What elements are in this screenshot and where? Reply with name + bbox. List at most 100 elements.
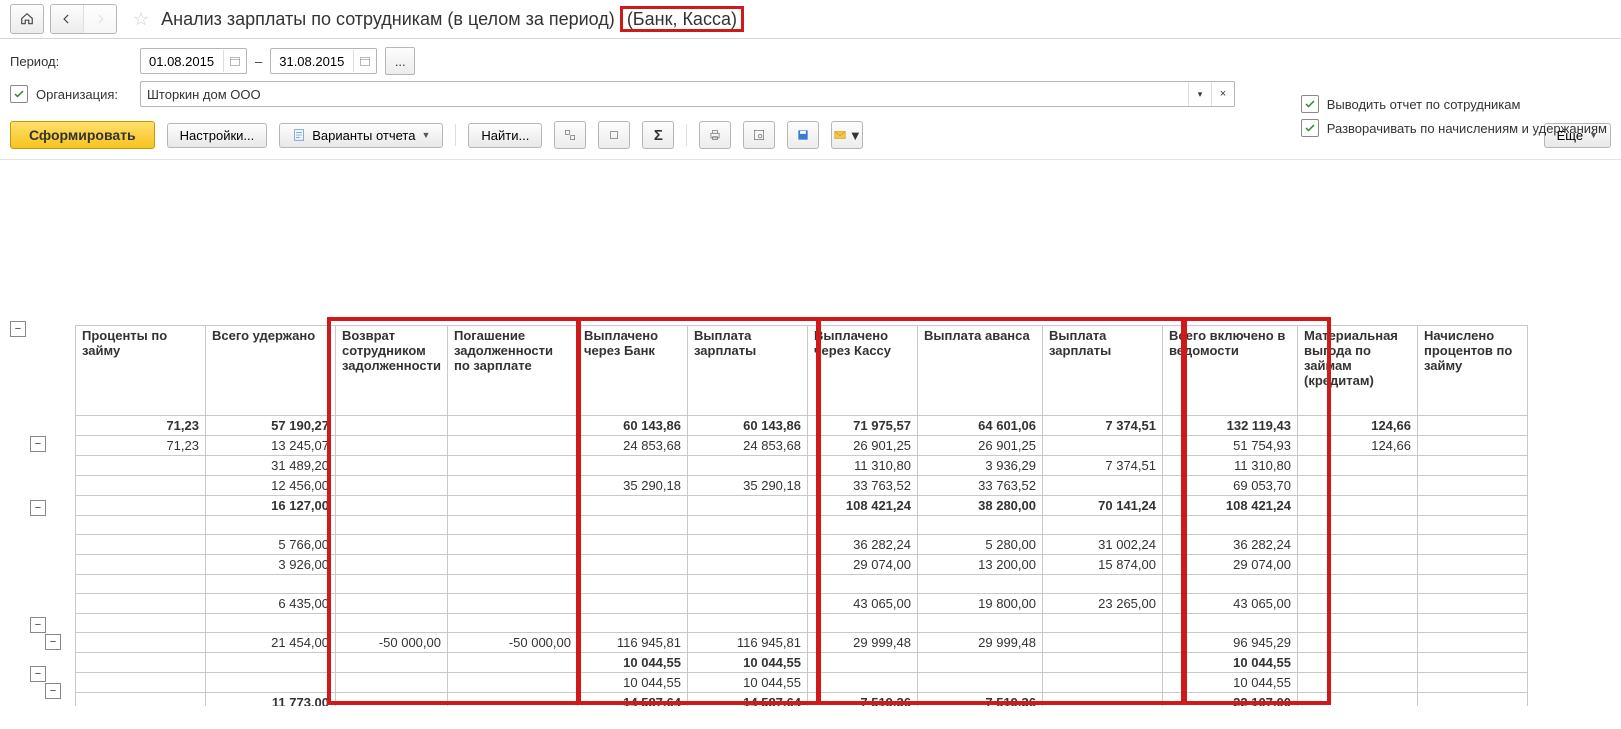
cell	[1297, 653, 1417, 673]
cell: 10 044,55	[577, 673, 687, 693]
date-to-input[interactable]	[277, 50, 353, 72]
cell: 7 374,51	[1042, 456, 1162, 476]
form-button[interactable]: Сформировать	[10, 121, 155, 149]
save-button[interactable]	[787, 121, 819, 149]
cell: 29 999,48	[917, 633, 1042, 653]
arrow-left-icon	[60, 12, 74, 26]
table-row	[76, 575, 1528, 594]
find-button[interactable]: Найти...	[468, 123, 542, 148]
cell	[336, 535, 448, 555]
cell	[206, 653, 336, 673]
cell	[1297, 535, 1417, 555]
cell	[687, 456, 807, 476]
cell: 31 002,24	[1042, 535, 1162, 555]
chevron-down-icon: ▼	[849, 128, 862, 143]
cell	[1417, 476, 1527, 496]
org-filter-checkbox[interactable]	[10, 85, 28, 103]
cell	[577, 614, 687, 633]
collapse-all-button[interactable]	[598, 121, 630, 149]
calendar-to-button[interactable]	[353, 50, 376, 72]
tree-toggle[interactable]: −	[30, 500, 46, 516]
calendar-from-button[interactable]	[223, 50, 246, 72]
cell: 71 975,57	[807, 416, 917, 436]
back-button[interactable]	[51, 5, 83, 33]
column-header: Возврат сотрудником задолженности	[336, 326, 448, 416]
date-from-input[interactable]	[147, 50, 223, 72]
table-row: 21 454,00-50 000,00-50 000,00116 945,811…	[76, 633, 1528, 653]
column-header: Выплата зарплаты	[687, 326, 807, 416]
cell	[336, 516, 448, 535]
cell: 3 926,00	[206, 555, 336, 575]
table-row: 71,2357 190,2760 143,8660 143,8671 975,5…	[76, 416, 1528, 436]
cell: 57 190,27	[206, 416, 336, 436]
tree-toggle[interactable]: −	[30, 436, 46, 452]
org-dropdown-button[interactable]: ▾	[1188, 82, 1211, 106]
email-button[interactable]: ▼	[831, 121, 863, 149]
cell	[687, 555, 807, 575]
tree-toggle[interactable]: −	[45, 634, 61, 650]
cell: 12 456,00	[206, 476, 336, 496]
cell	[1297, 555, 1417, 575]
cell	[577, 555, 687, 575]
home-button[interactable]	[10, 4, 44, 34]
cell	[76, 575, 206, 594]
cell: 10 044,55	[687, 653, 807, 673]
cell	[447, 575, 577, 594]
cell	[76, 456, 206, 476]
cell	[1417, 633, 1527, 653]
cell: 132 119,43	[1162, 416, 1297, 436]
opt-employees-checkbox[interactable]	[1301, 95, 1319, 113]
cell: 10 044,55	[1162, 673, 1297, 693]
cell	[1417, 693, 1527, 707]
cell	[336, 476, 448, 496]
table-row: 5 766,0036 282,245 280,0031 002,2436 282…	[76, 535, 1528, 555]
cell: 21 454,00	[206, 633, 336, 653]
org-clear-button[interactable]: ×	[1211, 82, 1234, 106]
variants-button[interactable]: Варианты отчета ▼	[279, 123, 443, 148]
tree-toggle[interactable]: −	[45, 683, 61, 699]
print-button[interactable]	[699, 121, 731, 149]
settings-button[interactable]: Настройки...	[167, 123, 268, 148]
home-icon	[20, 12, 34, 26]
cell: 60 143,86	[687, 416, 807, 436]
expand-all-button[interactable]	[554, 121, 586, 149]
org-select[interactable]: Шторкин дом ООО ▾ ×	[140, 81, 1235, 107]
cell: 60 143,86	[577, 416, 687, 436]
cell	[1162, 516, 1297, 535]
cell: 7 519,36	[807, 693, 917, 707]
cell	[917, 614, 1042, 633]
cell	[807, 614, 917, 633]
chevron-down-icon: ▾	[1198, 89, 1203, 100]
tree-toggle[interactable]: −	[10, 321, 26, 337]
opt-expand-checkbox[interactable]	[1301, 119, 1319, 137]
sum-button[interactable]: Σ	[642, 121, 674, 149]
cell	[1042, 653, 1162, 673]
cell	[76, 594, 206, 614]
favorite-icon[interactable]: ☆	[133, 9, 149, 30]
cell	[1042, 693, 1162, 707]
cell	[577, 575, 687, 594]
cell: 7 519,36	[917, 693, 1042, 707]
cell	[447, 416, 577, 436]
calendar-icon	[359, 55, 371, 67]
tree-toggle[interactable]: −	[30, 666, 46, 682]
cell	[1297, 614, 1417, 633]
table-row	[76, 516, 1528, 535]
cell	[76, 633, 206, 653]
cell	[336, 416, 448, 436]
table-row: 31 489,2011 310,803 936,297 374,5111 310…	[76, 456, 1528, 476]
cell	[1297, 476, 1417, 496]
cell: 26 901,25	[807, 436, 917, 456]
cell	[1297, 594, 1417, 614]
cell	[76, 653, 206, 673]
close-icon: ×	[1220, 88, 1226, 100]
period-picker-button[interactable]: ...	[385, 47, 415, 75]
preview-button[interactable]	[743, 121, 775, 149]
column-header: Выплата аванса	[917, 326, 1042, 416]
cell: 7 374,51	[1042, 416, 1162, 436]
cell: 108 421,24	[1162, 496, 1297, 516]
table-row: 6 435,0043 065,0019 800,0023 265,0043 06…	[76, 594, 1528, 614]
print-icon	[708, 128, 722, 142]
cell: 38 280,00	[917, 496, 1042, 516]
tree-toggle[interactable]: −	[30, 617, 46, 633]
